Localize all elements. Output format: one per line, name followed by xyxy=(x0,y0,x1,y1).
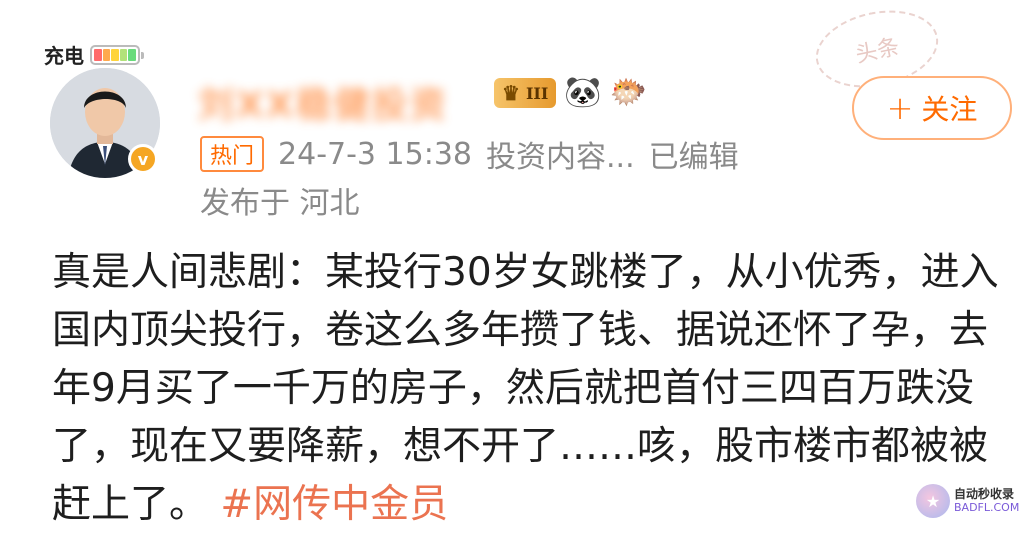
author-avatar[interactable]: v xyxy=(50,68,160,178)
follow-button[interactable]: + 关注 xyxy=(852,76,1012,140)
battery-cell xyxy=(94,48,102,61)
post-location: 发布于 河北 xyxy=(200,186,360,221)
hashtag-link[interactable]: #网传中金员 xyxy=(220,482,448,527)
post-text: 真是人间悲剧：某投行30岁女跳楼了，从小优秀，进入国内顶尖投行，卷这么多年攒了钱… xyxy=(52,250,999,527)
level-badge-label: III xyxy=(525,83,549,103)
watermark-logo-icon: ★ xyxy=(916,484,950,518)
battery-cell xyxy=(128,48,136,61)
watermark-text: 自动秒收录 BADFL.COM xyxy=(954,487,1019,515)
plus-icon: + xyxy=(886,89,914,127)
crown-icon: ♛ xyxy=(502,81,520,105)
author-name[interactable]: 刘XX稳健投资 xyxy=(198,76,448,128)
post-meta: 热门 24-7-3 15:38 投资内容... 已编辑 xyxy=(200,132,739,176)
charge-label: 充电 xyxy=(44,44,84,68)
charge-indicator: 充电 xyxy=(44,40,144,69)
follow-button-label: 关注 xyxy=(921,93,978,126)
level-badge[interactable]: ♛ III xyxy=(494,78,557,108)
panda-icon[interactable]: 🐼 xyxy=(564,78,601,108)
battery-cell xyxy=(111,48,119,61)
verified-v-icon: v xyxy=(128,144,158,174)
post-body: 真是人间悲剧：某投行30岁女跳楼了，从小优秀，进入国内顶尖投行，卷这么多年攒了钱… xyxy=(52,244,1012,534)
site-watermark: ★ 自动秒收录 BADFL.COM xyxy=(916,484,1019,518)
author-badges: ♛ III 🐼 🐡 xyxy=(494,78,647,108)
edited-label[interactable]: 已编辑 xyxy=(649,132,739,176)
hot-tag[interactable]: 热门 xyxy=(200,136,265,172)
post-source[interactable]: 投资内容... xyxy=(486,132,635,176)
post-timestamp: 24-7-3 15:38 xyxy=(278,136,473,172)
battery-cell xyxy=(102,48,111,61)
fish-icon[interactable]: 🐡 xyxy=(610,78,647,108)
battery-icon xyxy=(90,44,144,65)
battery-cell xyxy=(119,48,128,61)
watermark-title: 自动秒收录 xyxy=(954,487,1015,501)
watermark-url: BADFL.COM xyxy=(954,501,1020,514)
